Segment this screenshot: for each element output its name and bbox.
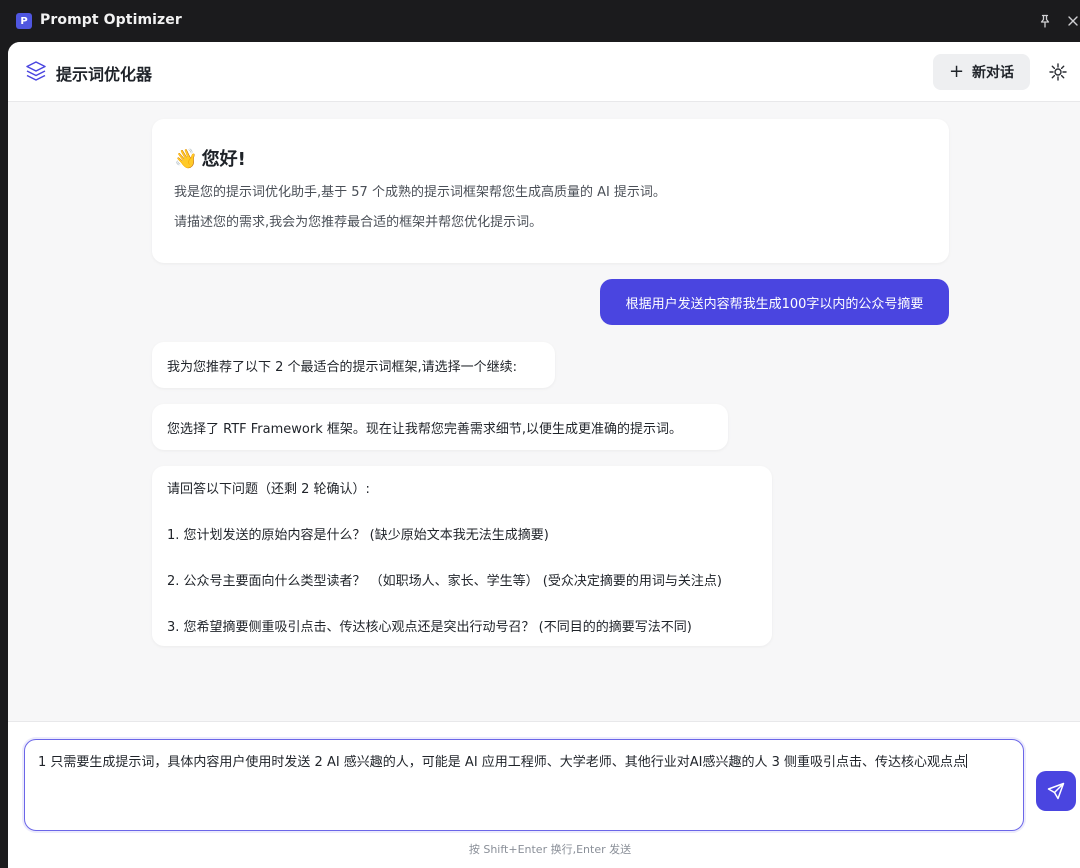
title-bar: P Prompt Optimizer <box>0 0 1080 42</box>
pin-icon[interactable] <box>1037 13 1053 29</box>
text-caret <box>966 754 968 768</box>
welcome-intro: 我是您的提示词优化助手,基于 57 个成熟的提示词框架帮您生成高质量的 AI 提… <box>174 185 666 200</box>
question-item: 2. 公众号主要面向什么类型读者？ （如职场人、家长、学生等） (受众决定摘要的… <box>167 574 722 589</box>
welcome-card: 👋 您好! 我是您的提示词优化助手,基于 57 个成熟的提示词框架帮您生成高质量… <box>152 119 949 263</box>
welcome-greeting: 您好! <box>201 149 246 170</box>
keyboard-hint: 按 Shift+Enter 换行,Enter 发送 <box>468 843 632 856</box>
composer: 1 只需要生成提示词，具体内容用户使用时发送 2 AI 感兴趣的人，可能是 AI… <box>8 721 1080 868</box>
window-title: Prompt Optimizer <box>40 12 182 28</box>
app-icon: P <box>16 13 32 29</box>
sun-theme-icon[interactable] <box>1046 60 1070 84</box>
new-chat-label: 新对话 <box>972 65 1015 81</box>
app-window: 提示词优化器 + 新对话 👋 您好! 我是您的提示词优化助手,基于 57 个成熟… <box>8 42 1080 868</box>
close-icon[interactable] <box>1066 13 1080 29</box>
welcome-title: 👋 您好! <box>174 145 927 171</box>
new-chat-button[interactable]: + 新对话 <box>933 54 1030 90</box>
message-input[interactable]: 1 只需要生成提示词，具体内容用户使用时发送 2 AI 感兴趣的人，可能是 AI… <box>24 739 1024 831</box>
send-icon <box>1047 782 1065 800</box>
send-button[interactable] <box>1036 771 1076 811</box>
layers-logo-icon <box>26 61 46 81</box>
user-message: 根据用户发送内容帮我生成100字以内的公众号摘要 <box>600 279 949 325</box>
questions-intro: 请回答以下问题（还剩 2 轮确认）: <box>167 482 370 497</box>
app-header: 提示词优化器 + 新对话 <box>8 42 1080 102</box>
assistant-message: 我为您推荐了以下 2 个最适合的提示词框架,请选择一个继续: <box>152 342 555 388</box>
assistant-question-card: 请回答以下问题（还剩 2 轮确认）: 1. 您计划发送的原始内容是什么？ (缺少… <box>152 466 772 646</box>
waving-hand-icon: 👋 <box>174 147 198 170</box>
welcome-instruction: 请描述您的需求,我会为您推荐最合适的框架并帮您优化提示词。 <box>174 215 543 230</box>
chat-area[interactable]: 👋 您好! 我是您的提示词优化助手,基于 57 个成熟的提示词框架帮您生成高质量… <box>8 103 1080 721</box>
app-title: 提示词优化器 <box>56 65 153 84</box>
question-item: 3. 您希望摘要侧重吸引点击、传达核心观点还是突出行动号召？ (不同目的的摘要写… <box>167 620 692 635</box>
question-item: 1. 您计划发送的原始内容是什么？ (缺少原始文本我无法生成摘要) <box>167 528 549 543</box>
message-input-value: 1 只需要生成提示词，具体内容用户使用时发送 2 AI 感兴趣的人，可能是 AI… <box>38 755 954 770</box>
assistant-message: 您选择了 RTF Framework 框架。现在让我帮您完善需求细节,以便生成更… <box>152 404 728 450</box>
plus-icon: + <box>948 61 965 82</box>
